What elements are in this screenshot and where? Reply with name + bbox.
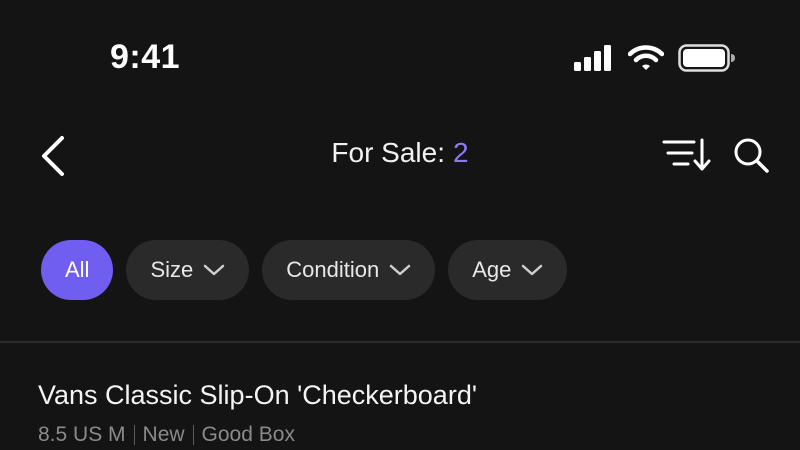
filter-chip-age-label: Age [472, 257, 512, 282]
filter-chip-age[interactable]: Age [448, 240, 568, 300]
status-icons [574, 44, 736, 77]
meta-separator [192, 425, 194, 445]
screen: 9:41 For Sale: 2 All Size Condition Age … [0, 0, 800, 450]
divider [0, 341, 800, 343]
filter-chip-size-label: Size [150, 257, 194, 282]
search-icon [730, 138, 772, 180]
search-button[interactable] [730, 134, 772, 176]
list-item[interactable]: Vans Classic Slip-On 'Checkerboard' 8.5 … [38, 380, 778, 447]
filter-chip-all[interactable]: All [41, 240, 114, 300]
chevron-down-icon [389, 263, 411, 277]
chevron-down-icon [521, 263, 543, 277]
chevron-left-icon [34, 136, 74, 184]
listing-title: Vans Classic Slip-On 'Checkerboard' [38, 380, 477, 410]
nav-bar: For Sale: 2 [0, 120, 800, 190]
status-bar: 9:41 [0, 0, 800, 120]
status-time: 9:41 [110, 38, 181, 76]
meta-separator [133, 425, 135, 445]
filter-bar: All Size Condition Age [41, 240, 568, 300]
signal-icon [574, 45, 614, 76]
page-title-label: For Sale: [331, 137, 446, 168]
wifi-icon [627, 45, 665, 76]
filter-chip-condition[interactable]: Condition [262, 240, 436, 300]
listing-box: Good Box [201, 423, 295, 446]
for-sale-count: 2 [453, 137, 469, 168]
sort-icon [660, 138, 712, 180]
battery-icon [678, 44, 736, 77]
filter-chip-all-label: All [65, 257, 90, 282]
filter-chip-condition-label: Condition [286, 257, 380, 282]
listing-meta: 8.5 US M New Good Box [38, 423, 778, 447]
filter-chip-size[interactable]: Size [126, 240, 250, 300]
listing-condition: New [142, 423, 185, 446]
listing-size: 8.5 US M [38, 423, 126, 446]
chevron-down-icon [203, 263, 225, 277]
sort-button[interactable] [660, 134, 712, 176]
